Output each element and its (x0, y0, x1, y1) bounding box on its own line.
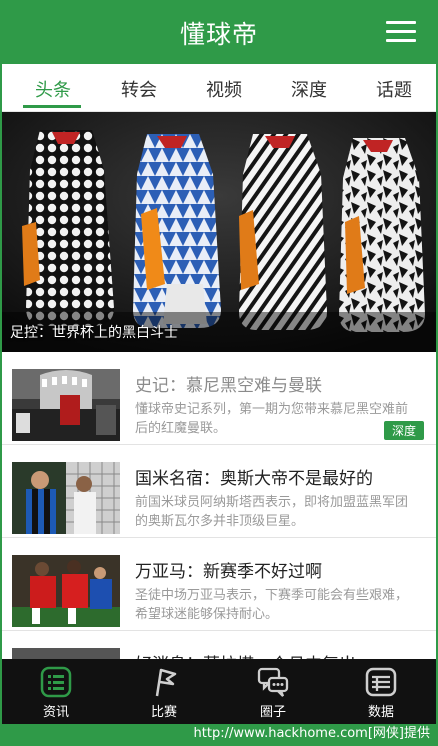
nav-label: 数据 (367, 705, 394, 720)
data-table-icon (365, 667, 397, 697)
bottom-navigation: 资讯 比赛 圈子 数据 (2, 659, 436, 724)
hamburger-menu-icon[interactable] (386, 19, 416, 45)
news-summary: 圣徒中场万亚马表示，下赛季可能会有些艰难，希望球迷能够保持耐心。 (135, 588, 409, 622)
nav-label: 圈子 (259, 705, 286, 720)
news-item[interactable]: 万亚马：新赛季不好过啊 圣徒中场万亚马表示，下赛季可能会有些艰难，希望球迷能够保… (2, 538, 436, 631)
nav-circles[interactable]: 圈子 (238, 665, 308, 720)
news-title: 国米名宿：奥斯大帝不是最好的 (135, 469, 373, 489)
match-flag-icon (155, 668, 177, 697)
tab-videos[interactable]: 视频 (194, 76, 254, 102)
nav-label: 资讯 (42, 705, 69, 720)
news-title: 万亚马：新赛季不好过啊 (135, 562, 322, 582)
news-thumbnail (12, 555, 120, 627)
news-title: 史记：慕尼黑空难与曼联 (135, 376, 322, 396)
chat-bubbles-icon (257, 667, 289, 697)
news-tag-badge: 深度 (383, 421, 424, 440)
hero-banner[interactable]: 足控：世界杯上的黑白斗士 (2, 112, 436, 352)
news-item[interactable]: 国米名宿：奥斯大帝不是最好的 前国米球员阿纳斯塔西表示，即将加盟蓝黑军团的奥斯瓦… (2, 445, 436, 538)
news-item[interactable]: 史记：慕尼黑空难与曼联 懂球帝史记系列，第一期为您带来慕尼黑空难前后的红魔曼联。… (2, 352, 436, 445)
hero-image (2, 112, 436, 352)
nav-matches[interactable]: 比赛 (129, 665, 199, 720)
active-tab-indicator (23, 105, 81, 108)
tab-in-depth[interactable]: 深度 (279, 76, 339, 102)
app-screen: 懂球帝 头条 转会 视频 深度 话题 足控：世界杯上的黑白斗士 史记：慕尼黑空难… (2, 2, 436, 724)
app-header: 懂球帝 (2, 2, 436, 64)
source-watermark: http://www.hackhome.com[网侠]提供 (193, 726, 430, 741)
news-summary: 前国米球员阿纳斯塔西表示，即将加盟蓝黑军团的奥斯瓦尔多并非顶级巨星。 (135, 495, 409, 529)
nav-news[interactable]: 资讯 (21, 665, 91, 720)
tab-topics[interactable]: 话题 (364, 76, 424, 102)
nav-label: 比赛 (150, 705, 177, 720)
news-list-icon (40, 666, 72, 698)
news-thumbnail (12, 369, 120, 441)
app-title: 懂球帝 (179, 20, 258, 49)
category-tabs: 头条 转会 视频 深度 话题 (2, 64, 436, 112)
news-summary: 懂球帝史记系列，第一期为您带来慕尼黑空难前后的红魔曼联。 (135, 402, 409, 436)
nav-data[interactable]: 数据 (346, 665, 416, 720)
device-frame: 懂球帝 头条 转会 视频 深度 话题 足控：世界杯上的黑白斗士 史记：慕尼黑空难… (0, 0, 438, 746)
tab-transfers[interactable]: 转会 (109, 76, 169, 102)
tab-headlines[interactable]: 头条 (23, 76, 83, 102)
news-thumbnail (12, 462, 120, 534)
hero-caption: 足控：世界杯上的黑白斗士 (10, 325, 178, 341)
